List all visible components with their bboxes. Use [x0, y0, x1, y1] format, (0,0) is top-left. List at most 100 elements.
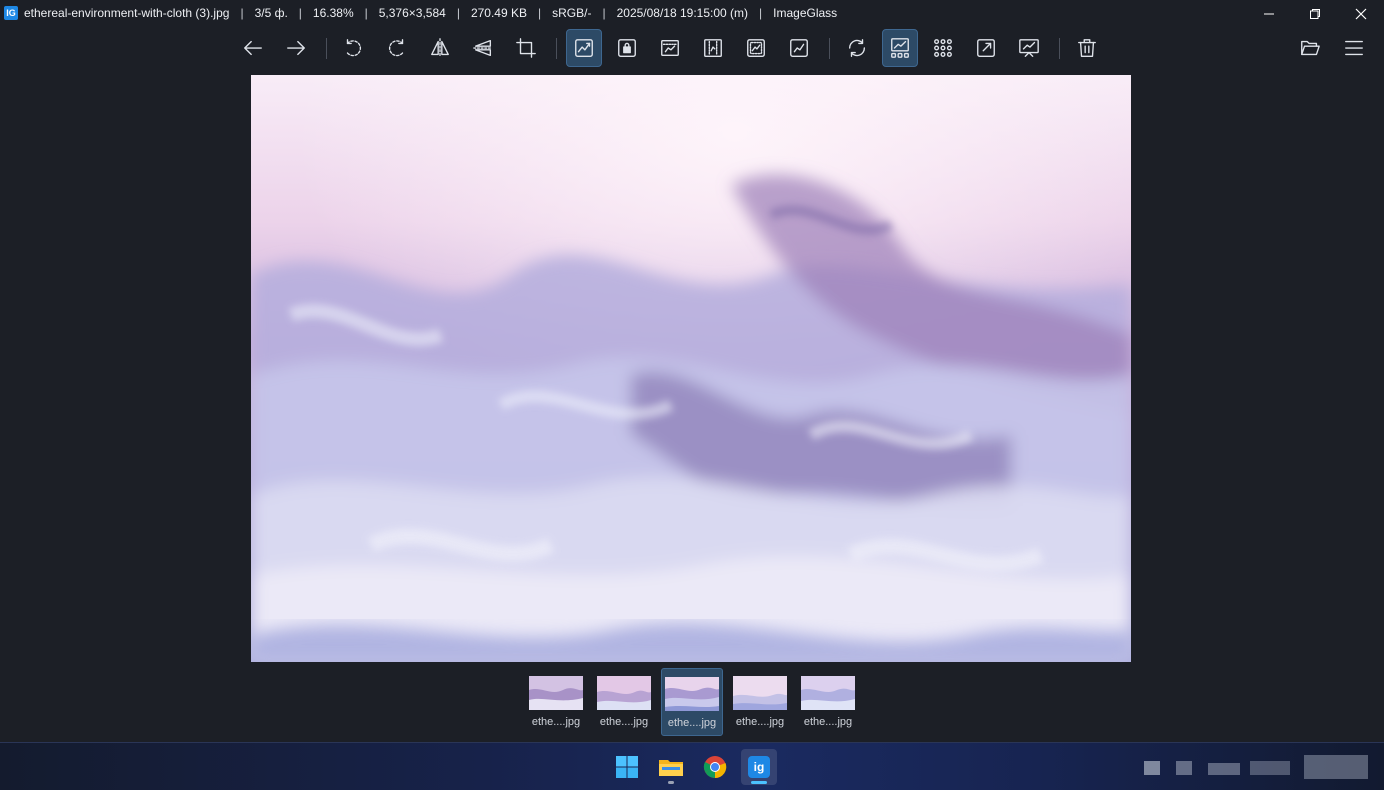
flip-horizontal-button[interactable] — [422, 29, 458, 67]
gallery-thumbnail[interactable]: ethe....jpg — [593, 668, 655, 736]
rotate-left-icon — [345, 39, 362, 57]
minimize-icon — [1264, 13, 1274, 15]
title-color-profile: sRGB/- — [552, 6, 592, 20]
next-image-button[interactable] — [278, 29, 314, 67]
refresh-button[interactable] — [839, 29, 875, 67]
arrow-left-icon — [244, 40, 262, 56]
fullscreen-icon — [977, 39, 995, 57]
gallery-thumbnail[interactable]: ethe....jpg — [797, 668, 859, 736]
system-tray[interactable] — [1140, 753, 1380, 781]
active-indicator — [751, 781, 767, 784]
thumbnail-label: ethe....jpg — [599, 716, 649, 728]
running-indicator — [668, 781, 674, 784]
fullscreen-button[interactable] — [968, 29, 1004, 67]
scale-height-icon — [704, 39, 722, 57]
title-separator: | — [602, 6, 606, 20]
title-separator: | — [364, 6, 368, 20]
thumbnail-grid-button[interactable] — [925, 29, 961, 67]
scale-to-fit-button[interactable] — [738, 29, 774, 67]
title-datetime: 2025/08/18 19:15:00 (m) — [616, 6, 749, 20]
open-file-button[interactable] — [1292, 29, 1328, 67]
main-image — [251, 75, 1131, 662]
chrome-icon — [703, 756, 727, 779]
toolbar-separator — [1059, 38, 1060, 59]
slideshow-icon — [1019, 39, 1039, 57]
imageglass-app-icon[interactable]: IG — [4, 6, 18, 20]
title-bar: IG ethereal-environment-with-cloth (3).j… — [0, 0, 1384, 26]
title-filename: ethereal-environment-with-cloth (3).jpg — [24, 6, 230, 20]
thumbnail-image — [665, 677, 719, 711]
minimize-button[interactable] — [1246, 0, 1292, 28]
close-button[interactable] — [1338, 0, 1384, 28]
toolbar-separator — [829, 38, 830, 59]
thumbnail-image — [733, 676, 787, 710]
scale-width-icon — [661, 39, 679, 57]
gallery-thumbnail[interactable]: ethe....jpg — [729, 668, 791, 736]
scale-to-fill-button[interactable] — [781, 29, 817, 67]
thumbnail-gallery: ethe....jpg ethe....jpg ethe....jpg ethe… — [0, 668, 1384, 736]
rotate-right-button[interactable] — [379, 29, 415, 67]
title-separator: | — [759, 6, 763, 20]
thumbnail-image — [597, 676, 651, 710]
flip-vertical-button[interactable] — [465, 29, 501, 67]
folder-open-icon — [1301, 40, 1320, 56]
main-menu-button[interactable] — [1336, 29, 1372, 67]
title-separator: | — [456, 6, 460, 20]
title-separator: | — [298, 6, 302, 20]
close-icon — [1355, 8, 1367, 20]
gallery-thumbnail-selected[interactable]: ethe....jpg — [661, 668, 723, 736]
toolbar-separator — [326, 38, 327, 59]
rotate-right-icon — [388, 39, 405, 57]
thumbnail-image — [529, 676, 583, 710]
thumbnail-label: ethe....jpg — [735, 716, 785, 728]
scale-fit-icon — [747, 39, 765, 57]
scale-fill-icon — [790, 39, 808, 57]
folder-icon — [659, 760, 683, 776]
image-viewer[interactable] — [251, 75, 1131, 662]
thumbnail-label: ethe....jpg — [667, 717, 717, 729]
toolbar-separator — [556, 38, 557, 59]
file-explorer-taskbar-button[interactable] — [653, 749, 689, 785]
delete-button[interactable] — [1069, 29, 1105, 67]
grid-icon — [934, 39, 952, 57]
start-button[interactable] — [609, 749, 645, 785]
flip-vertical-icon — [473, 39, 493, 57]
crop-button[interactable] — [508, 29, 544, 67]
previous-image-button[interactable] — [235, 29, 271, 67]
windows-icon — [616, 756, 638, 778]
slideshow-button[interactable] — [1011, 29, 1047, 67]
thumbnail-image — [801, 676, 855, 710]
menu-icon — [1345, 40, 1363, 56]
auto-zoom-button[interactable] — [566, 29, 602, 67]
title-separator: | — [240, 6, 244, 20]
title-dimensions: 5,376×3,584 — [378, 6, 446, 20]
refresh-icon — [848, 39, 866, 57]
title-image-index: 3/5 ф. — [254, 6, 288, 20]
trash-icon — [1078, 39, 1096, 57]
crop-icon — [516, 38, 536, 58]
title-app-name: ImageGlass — [773, 6, 838, 20]
imageglass-taskbar-button[interactable]: ig — [741, 749, 777, 785]
gallery-icon — [891, 38, 909, 58]
chrome-taskbar-button[interactable] — [697, 749, 733, 785]
flip-horizontal-icon — [431, 38, 449, 58]
scale-to-height-button[interactable] — [695, 29, 731, 67]
title-separator: | — [538, 6, 542, 20]
restore-icon — [1310, 9, 1320, 19]
title-zoom: 16.38% — [312, 6, 354, 20]
title-filesize: 270.49 KB — [470, 6, 527, 20]
toggle-gallery-button[interactable] — [882, 29, 918, 67]
window-controls — [1246, 0, 1384, 28]
arrow-right-icon — [287, 40, 305, 56]
thumbnail-label: ethe....jpg — [531, 716, 581, 728]
imageglass-icon: ig — [748, 756, 770, 778]
rotate-left-button[interactable] — [335, 29, 371, 67]
thumbnail-label: ethe....jpg — [803, 716, 853, 728]
lock-zoom-button[interactable] — [609, 29, 645, 67]
scale-to-width-button[interactable] — [652, 29, 688, 67]
toolbar — [0, 29, 1384, 67]
gallery-thumbnail[interactable]: ethe....jpg — [525, 668, 587, 736]
auto-zoom-icon — [575, 39, 593, 57]
taskbar: ig — [0, 742, 1384, 790]
restore-button[interactable] — [1292, 0, 1338, 28]
